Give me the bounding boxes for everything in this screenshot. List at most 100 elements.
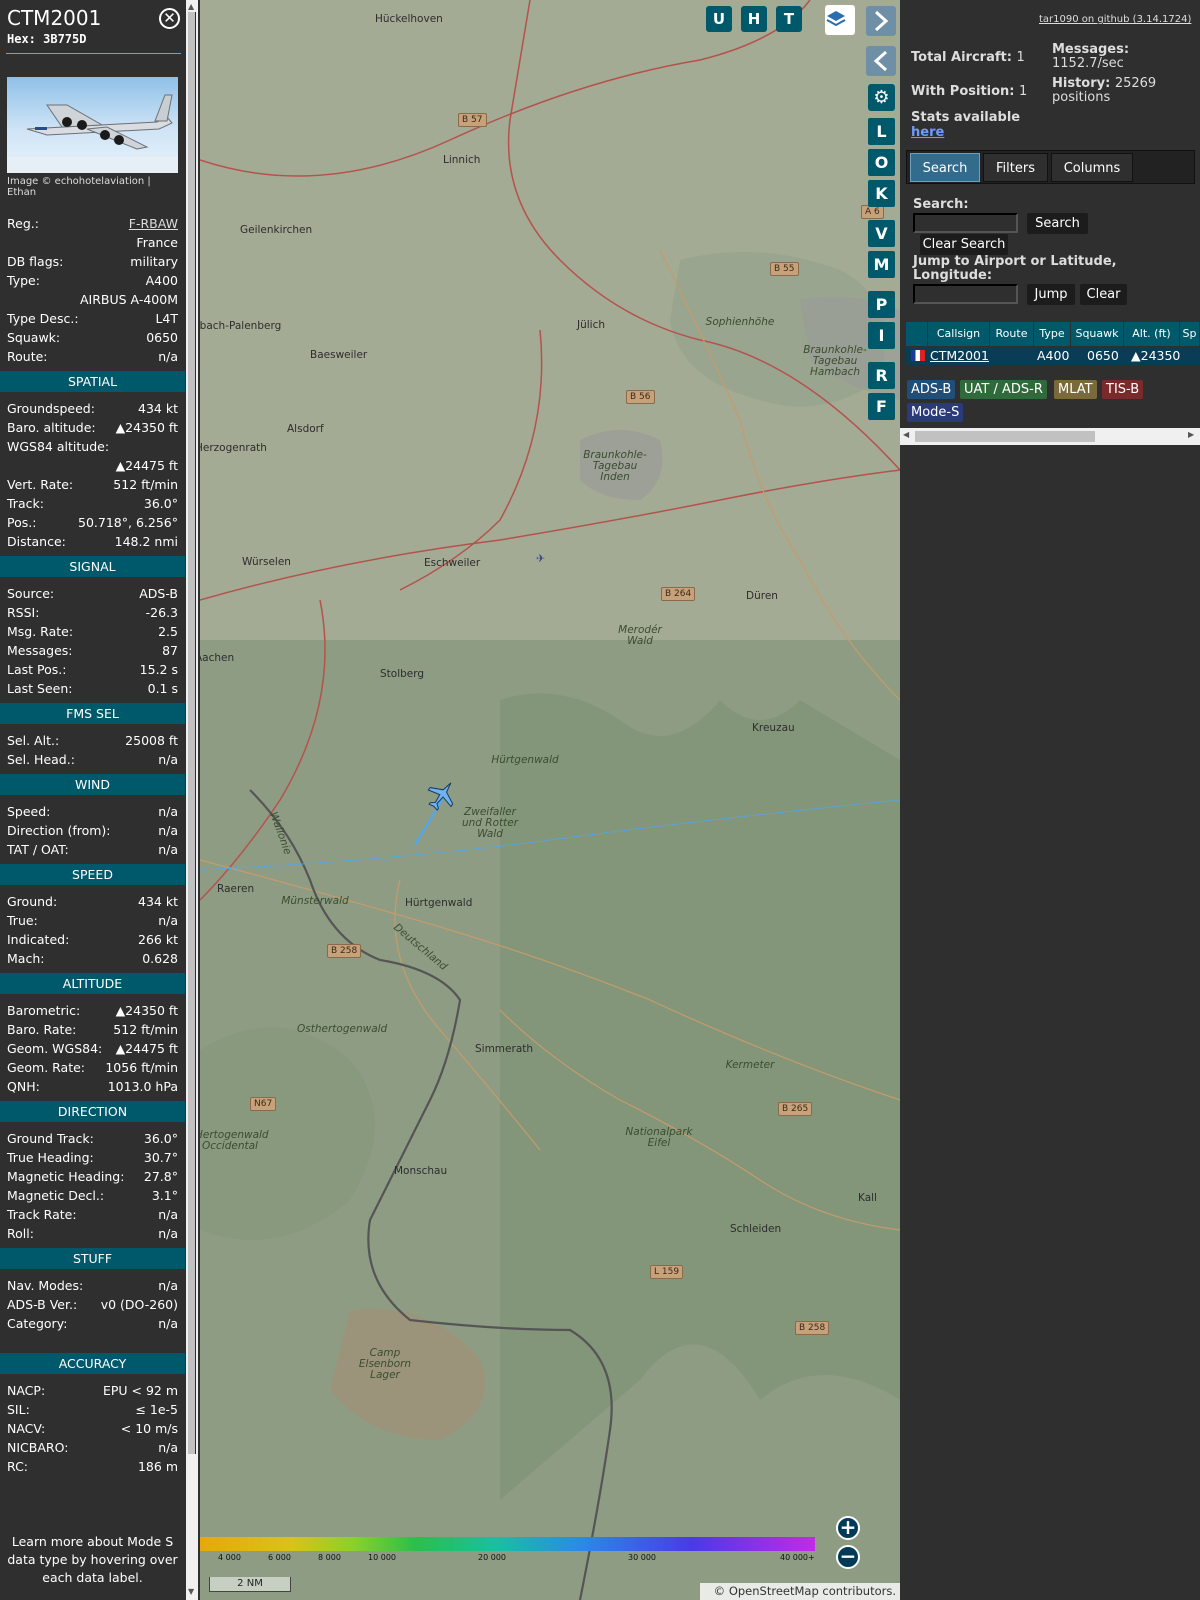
data-label[interactable]: NACV: <box>7 1419 45 1438</box>
clear-button[interactable]: Clear <box>1080 284 1127 305</box>
jump-button[interactable]: Jump <box>1027 284 1075 305</box>
button-v[interactable]: V <box>868 220 895 247</box>
data-label[interactable]: Geom. Rate: <box>7 1058 85 1077</box>
map-attribution[interactable]: © OpenStreetMap contributors. <box>700 1583 900 1600</box>
data-label[interactable]: Ground: <box>7 892 57 911</box>
clear-search-button[interactable]: Clear Search <box>920 234 1008 255</box>
data-label[interactable]: NICBARO: <box>7 1438 68 1457</box>
button-h[interactable]: H <box>741 6 767 32</box>
data-label[interactable]: Route: <box>7 347 48 366</box>
scroll-down-icon[interactable]: ▼ <box>188 1587 194 1596</box>
data-label[interactable]: Type: <box>7 271 40 290</box>
data-label[interactable]: ADS-B Ver.: <box>7 1295 77 1314</box>
data-label[interactable]: Direction (from): <box>7 821 111 840</box>
data-label[interactable]: Sel. Alt.: <box>7 731 59 750</box>
small-aircraft-icon[interactable]: ✈ <box>536 552 545 565</box>
col-route[interactable]: Route <box>990 322 1034 346</box>
col-callsign[interactable]: Callsign <box>928 322 990 346</box>
button-p[interactable]: P <box>868 291 895 318</box>
data-label[interactable]: SIL: <box>7 1400 30 1419</box>
search-input[interactable] <box>913 213 1018 233</box>
row-callsign[interactable]: CTM2001 <box>930 347 989 365</box>
tab-filters[interactable]: Filters <box>983 153 1048 182</box>
data-label[interactable]: Baro. altitude: <box>7 418 96 437</box>
data-label[interactable]: Geom. WGS84: <box>7 1039 102 1058</box>
table-hscrollbar[interactable]: ◀ ▶ <box>900 428 1200 445</box>
data-label[interactable]: Last Pos.: <box>7 660 66 679</box>
data-label[interactable]: RSSI: <box>7 603 39 622</box>
chevron-right-icon[interactable] <box>866 6 896 36</box>
data-label[interactable]: Type Desc.: <box>7 309 79 328</box>
search-button[interactable]: Search <box>1027 213 1088 234</box>
aircraft-marker-icon[interactable] <box>425 778 459 812</box>
github-link[interactable]: tar1090 on github (3.14.1724) <box>1039 14 1191 25</box>
data-label[interactable]: Speed: <box>7 802 50 821</box>
col-speed[interactable]: Sp <box>1180 322 1200 346</box>
data-label[interactable]: Indicated: <box>7 930 69 949</box>
data-label[interactable]: TAT / OAT: <box>7 840 69 859</box>
data-label[interactable]: Groundspeed: <box>7 399 95 418</box>
data-label[interactable]: Pos.: <box>7 513 36 532</box>
jump-input[interactable] <box>913 284 1018 304</box>
hscroll-thumb[interactable] <box>915 431 1095 442</box>
chevron-left-icon[interactable] <box>866 46 896 76</box>
data-label[interactable]: Category: <box>7 1314 67 1333</box>
table-row[interactable]: CTM2001 A400 0650 ▲24350 <box>906 347 1200 365</box>
scroll-left-icon[interactable]: ◀ <box>903 430 909 439</box>
data-label[interactable]: Reg.: <box>7 214 39 233</box>
data-label[interactable]: NACP: <box>7 1381 45 1400</box>
data-label[interactable]: Baro. Rate: <box>7 1020 76 1039</box>
data-label[interactable]: Vert. Rate: <box>7 475 73 494</box>
layers-icon[interactable] <box>825 5 855 35</box>
button-k[interactable]: K <box>868 180 895 207</box>
scrollbar-thumb[interactable] <box>188 12 196 1454</box>
aircraft-photo[interactable] <box>7 77 178 173</box>
button-o[interactable]: O <box>868 149 895 176</box>
data-label[interactable]: Track: <box>7 494 44 513</box>
data-label[interactable]: True Heading: <box>7 1148 94 1167</box>
data-label[interactable]: Source: <box>7 584 54 603</box>
data-label[interactable]: Nav. Modes: <box>7 1276 83 1295</box>
tab-columns[interactable]: Columns <box>1051 153 1133 182</box>
button-m[interactable]: M <box>868 251 895 278</box>
data-label[interactable]: Mach: <box>7 949 44 968</box>
data-label[interactable]: Barometric: <box>7 1001 80 1020</box>
button-r[interactable]: R <box>868 362 895 389</box>
data-label[interactable]: DB flags: <box>7 252 63 271</box>
zoom-in-icon[interactable]: + <box>836 1516 860 1540</box>
data-label[interactable]: True: <box>7 911 38 930</box>
data-label[interactable]: Squawk: <box>7 328 60 347</box>
col-squawk[interactable]: Squawk <box>1071 322 1124 346</box>
button-f[interactable]: F <box>868 393 895 420</box>
registration-link[interactable]: F-RBAW <box>129 214 178 233</box>
button-u[interactable]: U <box>706 6 732 32</box>
tab-search[interactable]: Search <box>910 153 980 182</box>
gear-icon[interactable]: ⚙ <box>868 84 895 111</box>
data-label[interactable]: Track Rate: <box>7 1205 77 1224</box>
sidebar-scrollbar[interactable]: ▲ ▼ <box>186 0 198 1600</box>
data-label[interactable]: Ground Track: <box>7 1129 94 1148</box>
data-label[interactable]: Roll: <box>7 1224 34 1243</box>
col-altitude[interactable]: Alt. (ft) <box>1124 322 1180 346</box>
button-l[interactable]: L <box>868 118 895 145</box>
button-i[interactable]: I <box>868 322 895 349</box>
map-view[interactable]: Hückelhoven Linnich Geilenkirchen Jülich Üba… <box>200 0 900 1600</box>
stats-link[interactable]: here <box>911 126 1020 140</box>
col-type[interactable]: Type <box>1034 322 1071 346</box>
data-label[interactable]: Last Seen: <box>7 679 72 698</box>
data-label[interactable]: Sel. Head.: <box>7 750 75 769</box>
zoom-out-icon[interactable]: − <box>836 1545 860 1569</box>
data-label[interactable]: Msg. Rate: <box>7 622 73 641</box>
data-label[interactable]: Distance: <box>7 532 66 551</box>
close-icon[interactable]: ✕ <box>159 8 180 29</box>
data-label[interactable]: RC: <box>7 1457 28 1476</box>
col-flag[interactable] <box>906 322 928 346</box>
data-label[interactable]: WGS84 altitude: <box>7 437 109 456</box>
data-label[interactable]: Magnetic Heading: <box>7 1167 124 1186</box>
scroll-right-icon[interactable]: ▶ <box>1188 430 1194 439</box>
data-label[interactable]: QNH: <box>7 1077 40 1096</box>
scroll-up-icon[interactable]: ▲ <box>188 2 194 11</box>
data-label[interactable]: Messages: <box>7 641 73 660</box>
data-label[interactable]: Magnetic Decl.: <box>7 1186 104 1205</box>
button-t[interactable]: T <box>776 6 802 32</box>
